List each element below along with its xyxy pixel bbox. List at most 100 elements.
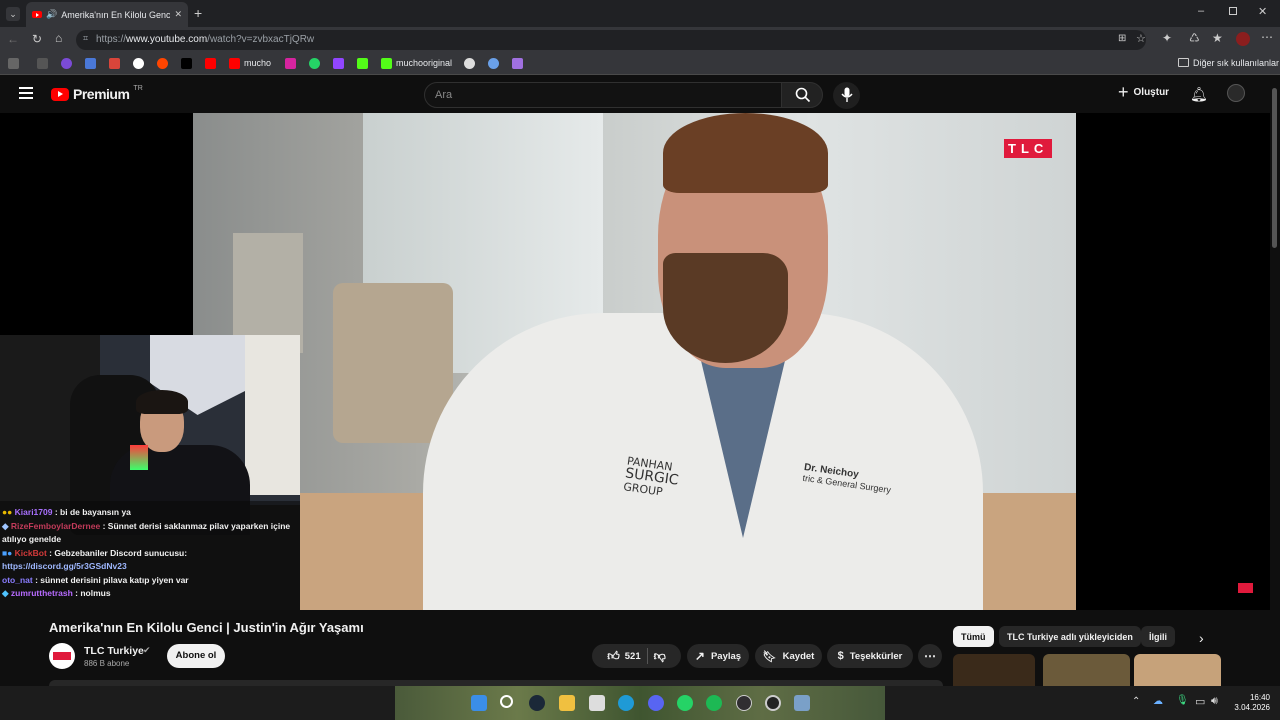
share-button[interactable]: ↗ Paylaş xyxy=(687,644,749,668)
bookmark-mucho-icon[interactable] xyxy=(229,58,240,69)
chip-all-label: Tümü xyxy=(961,631,986,642)
thanks-button[interactable]: $ Teşekkürler xyxy=(827,644,913,668)
bookmark-chat-icon[interactable] xyxy=(8,58,19,69)
taskbar-extra-icon[interactable] xyxy=(794,695,810,711)
settings-more-icon[interactable]: ⋯ xyxy=(1261,30,1273,44)
taskbar-spotify-icon[interactable] xyxy=(706,695,722,711)
minimize-icon[interactable]: – xyxy=(1198,5,1204,17)
tab-list-chevron-icon[interactable]: ⌄ xyxy=(6,7,20,21)
tray-network-icon[interactable]: ▭ xyxy=(1195,695,1205,708)
subscribe-button[interactable]: Abone ol xyxy=(167,644,225,668)
background-chair xyxy=(333,283,453,443)
site-info-icon[interactable]: ⌗ xyxy=(83,33,88,44)
recommended-thumbnail[interactable] xyxy=(953,654,1035,686)
home-icon[interactable]: ⌂ xyxy=(55,31,62,45)
taskbar-edge-icon[interactable] xyxy=(618,695,634,711)
bookmark-kick-icon[interactable] xyxy=(357,58,368,69)
bookmark-firefox-icon[interactable] xyxy=(61,58,72,69)
taskbar-explorer-icon[interactable] xyxy=(559,695,575,711)
save-button[interactable]: 🔖︎ Kaydet xyxy=(755,644,822,668)
extensions-icon[interactable]: ✦ xyxy=(1162,31,1172,45)
bookmark-translate-icon[interactable] xyxy=(85,58,96,69)
back-icon[interactable]: ← xyxy=(7,32,19,46)
search-input[interactable]: Ara xyxy=(424,82,782,108)
bookmark-sync-icon[interactable] xyxy=(488,58,499,69)
recommended-thumbnail[interactable] xyxy=(1134,654,1221,686)
scrollbar-thumb[interactable] xyxy=(1272,88,1277,248)
chip-from-uploader-label: TLC Turkiye adlı yükleyiciden xyxy=(1007,631,1133,642)
bookmark-whatsapp-icon[interactable] xyxy=(309,58,320,69)
tray-mic-icon[interactable]: 🎙︎ xyxy=(1176,695,1189,706)
tray-cloud-icon[interactable]: ☁ xyxy=(1153,696,1163,707)
taskbar-steam-icon[interactable] xyxy=(529,695,545,711)
taskbar-store-icon[interactable] xyxy=(589,695,605,711)
bookmark-google-icon[interactable] xyxy=(133,58,144,69)
chips-next-chevron-icon[interactable]: › xyxy=(1199,630,1204,646)
bookmark-reddit-icon[interactable] xyxy=(157,58,168,69)
tray-clock[interactable]: 16:40 3.04.2026 xyxy=(1232,693,1270,713)
voice-search-button[interactable] xyxy=(833,82,860,109)
taskbar-discord-icon[interactable] xyxy=(648,695,664,711)
bookmark-youtube-icon[interactable] xyxy=(205,58,216,69)
create-button[interactable]: + Oluştur xyxy=(1118,83,1170,101)
page-scrollbar[interactable] xyxy=(1270,76,1280,686)
browser-tab-active[interactable]: 🔊 Amerika'nın En Kilolu Genci | ✕ xyxy=(26,2,188,27)
menu-hamburger-icon[interactable] xyxy=(19,87,33,99)
chip-all[interactable]: Tümü xyxy=(953,626,994,647)
maximize-icon[interactable] xyxy=(1229,7,1237,15)
chat-badge-icon: ●● xyxy=(2,507,13,517)
profile-avatar[interactable] xyxy=(1236,32,1250,46)
new-tab-icon[interactable]: + xyxy=(194,5,202,21)
taskbar-obs-icon[interactable] xyxy=(736,695,752,711)
reload-icon[interactable]: ↻ xyxy=(32,32,42,46)
bookmark-muchooriginal-label[interactable]: muchooriginal xyxy=(396,58,452,68)
bookmark-instagram-icon[interactable] xyxy=(285,58,296,69)
speaker-icon[interactable]: 🔊 xyxy=(46,9,57,20)
other-bookmarks-folder-icon[interactable] xyxy=(1178,58,1189,67)
channel-name[interactable]: TLC Turkiye xyxy=(84,645,144,657)
tray-chevron-up-icon[interactable]: ⌃ xyxy=(1132,696,1140,707)
thanks-label: Teşekkürler xyxy=(849,650,903,662)
favorites-icon[interactable]: ★ xyxy=(1212,31,1223,45)
video-frame[interactable]: PANHAN SURGIC GROUP Dr. Neichoy tric & G… xyxy=(193,113,1076,610)
youtube-premium-logo[interactable]: Premium TR xyxy=(51,85,143,102)
taskbar-search-icon[interactable] xyxy=(500,695,513,708)
search-button[interactable] xyxy=(781,82,823,108)
close-window-icon[interactable]: ✕ xyxy=(1258,5,1267,18)
chip-from-uploader[interactable]: TLC Turkiye adlı yükleyiciden xyxy=(999,626,1141,647)
create-label: Oluştur xyxy=(1133,86,1170,98)
bookmark-twitch-icon[interactable] xyxy=(333,58,344,69)
more-actions-button[interactable]: ⋯ xyxy=(918,644,942,668)
bookmark-gmail-icon[interactable] xyxy=(109,58,120,69)
microphone-icon xyxy=(841,87,853,102)
bookmark-x-icon[interactable] xyxy=(181,58,192,69)
chat-link[interactable]: https://discord.gg/5r3GSdNv23 xyxy=(2,560,298,574)
bookmark-feather-icon[interactable] xyxy=(512,58,523,69)
taskbar-whatsapp-icon[interactable] xyxy=(677,695,693,711)
recommended-thumbnail[interactable] xyxy=(1043,654,1130,686)
coat-embroidery-left: PANHAN SURGIC GROUP xyxy=(623,454,682,500)
split-screen-icon[interactable]: ⊞ xyxy=(1118,33,1126,44)
bookmark-photos-icon[interactable] xyxy=(37,58,48,69)
bookmark-mucho-label[interactable]: mucho xyxy=(244,58,271,68)
thumbs-down-icon: 👎︎ xyxy=(653,648,666,663)
other-bookmarks-label[interactable]: Diğer sık kullanılanlar xyxy=(1193,58,1279,68)
start-windows-icon[interactable] xyxy=(471,695,487,711)
favorite-star-icon[interactable]: ☆ xyxy=(1136,32,1146,45)
notifications-bell-icon[interactable]: 🔔︎ xyxy=(1190,86,1208,103)
chip-related[interactable]: İlgili xyxy=(1141,626,1175,647)
channel-avatar[interactable] xyxy=(49,643,75,669)
bookmark-muchooriginal-icon[interactable] xyxy=(381,58,392,69)
taskbar-app-icon[interactable] xyxy=(765,695,781,711)
bookmark-openai-icon[interactable] xyxy=(464,58,475,69)
subscriber-count: 886 B abone xyxy=(84,659,130,668)
chat-text: : Gebzebaniler Discord sunucusu: xyxy=(49,547,188,558)
close-tab-icon[interactable]: ✕ xyxy=(174,9,182,20)
tray-volume-icon[interactable]: 🔊︎ xyxy=(1211,695,1218,708)
address-bar[interactable]: ⌗ https://www.youtube.com/watch?v=zvbxac… xyxy=(76,30,1146,50)
account-avatar[interactable] xyxy=(1227,84,1245,102)
browser-essentials-icon[interactable]: ♺ xyxy=(1189,31,1200,45)
dislike-button[interactable]: 👎︎ xyxy=(654,649,666,664)
like-button[interactable]: 👍︎ 521 xyxy=(607,649,640,664)
webcam-streamer-hair xyxy=(136,390,188,414)
